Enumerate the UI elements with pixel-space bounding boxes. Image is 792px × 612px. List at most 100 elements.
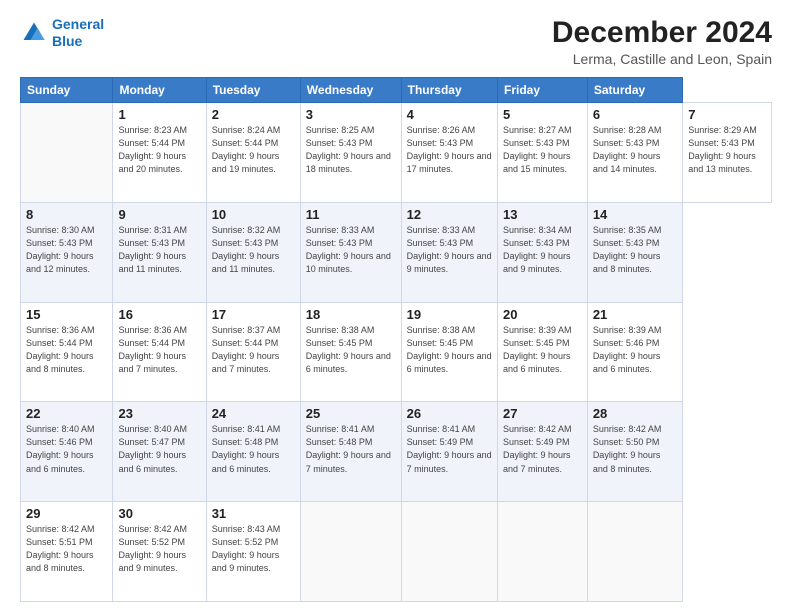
day-info: Sunrise: 8:43 AM Sunset: 5:52 PM Dayligh… xyxy=(212,523,295,575)
day-info: Sunrise: 8:41 AM Sunset: 5:48 PM Dayligh… xyxy=(306,423,396,475)
day-info: Sunrise: 8:36 AM Sunset: 5:44 PM Dayligh… xyxy=(118,324,200,376)
calendar-cell xyxy=(401,502,497,602)
day-header-thursday: Thursday xyxy=(401,78,497,103)
day-number: 5 xyxy=(503,107,582,122)
day-info: Sunrise: 8:30 AM Sunset: 5:43 PM Dayligh… xyxy=(26,224,107,276)
calendar-cell: 24 Sunrise: 8:41 AM Sunset: 5:48 PM Dayl… xyxy=(206,402,300,502)
calendar-cell: 28 Sunrise: 8:42 AM Sunset: 5:50 PM Dayl… xyxy=(587,402,682,502)
day-number: 31 xyxy=(212,506,295,521)
day-number: 6 xyxy=(593,107,677,122)
calendar-header-row: SundayMondayTuesdayWednesdayThursdayFrid… xyxy=(21,78,772,103)
day-info: Sunrise: 8:35 AM Sunset: 5:43 PM Dayligh… xyxy=(593,224,677,276)
calendar-cell: 2 Sunrise: 8:24 AM Sunset: 5:44 PM Dayli… xyxy=(206,103,300,203)
day-info: Sunrise: 8:23 AM Sunset: 5:44 PM Dayligh… xyxy=(118,124,200,176)
day-number: 13 xyxy=(503,207,582,222)
logo: General Blue xyxy=(20,16,104,50)
logo-line2: Blue xyxy=(52,33,82,49)
calendar-cell: 9 Sunrise: 8:31 AM Sunset: 5:43 PM Dayli… xyxy=(113,202,206,302)
day-number: 9 xyxy=(118,207,200,222)
day-number: 11 xyxy=(306,207,396,222)
day-info: Sunrise: 8:36 AM Sunset: 5:44 PM Dayligh… xyxy=(26,324,107,376)
day-info: Sunrise: 8:28 AM Sunset: 5:43 PM Dayligh… xyxy=(593,124,677,176)
day-number: 3 xyxy=(306,107,396,122)
calendar-week-4: 22 Sunrise: 8:40 AM Sunset: 5:46 PM Dayl… xyxy=(21,402,772,502)
day-info: Sunrise: 8:42 AM Sunset: 5:50 PM Dayligh… xyxy=(593,423,677,475)
day-header-tuesday: Tuesday xyxy=(206,78,300,103)
calendar-cell: 21 Sunrise: 8:39 AM Sunset: 5:46 PM Dayl… xyxy=(587,302,682,402)
calendar-cell: 27 Sunrise: 8:42 AM Sunset: 5:49 PM Dayl… xyxy=(497,402,587,502)
calendar-cell: 26 Sunrise: 8:41 AM Sunset: 5:49 PM Dayl… xyxy=(401,402,497,502)
calendar-cell: 6 Sunrise: 8:28 AM Sunset: 5:43 PM Dayli… xyxy=(587,103,682,203)
day-number: 1 xyxy=(118,107,200,122)
title-area: December 2024 Lerma, Castille and Leon, … xyxy=(552,16,772,67)
day-info: Sunrise: 8:25 AM Sunset: 5:43 PM Dayligh… xyxy=(306,124,396,176)
day-info: Sunrise: 8:26 AM Sunset: 5:43 PM Dayligh… xyxy=(407,124,492,176)
logo-line1: General xyxy=(52,16,104,32)
calendar-cell: 1 Sunrise: 8:23 AM Sunset: 5:44 PM Dayli… xyxy=(113,103,206,203)
calendar-cell: 5 Sunrise: 8:27 AM Sunset: 5:43 PM Dayli… xyxy=(497,103,587,203)
day-number: 15 xyxy=(26,307,107,322)
calendar-cell: 29 Sunrise: 8:42 AM Sunset: 5:51 PM Dayl… xyxy=(21,502,113,602)
day-number: 24 xyxy=(212,406,295,421)
day-number: 2 xyxy=(212,107,295,122)
day-info: Sunrise: 8:34 AM Sunset: 5:43 PM Dayligh… xyxy=(503,224,582,276)
calendar-cell xyxy=(497,502,587,602)
day-info: Sunrise: 8:39 AM Sunset: 5:45 PM Dayligh… xyxy=(503,324,582,376)
calendar-cell: 31 Sunrise: 8:43 AM Sunset: 5:52 PM Dayl… xyxy=(206,502,300,602)
day-number: 27 xyxy=(503,406,582,421)
day-header-wednesday: Wednesday xyxy=(300,78,401,103)
day-info: Sunrise: 8:42 AM Sunset: 5:52 PM Dayligh… xyxy=(118,523,200,575)
calendar-cell xyxy=(300,502,401,602)
day-info: Sunrise: 8:42 AM Sunset: 5:51 PM Dayligh… xyxy=(26,523,107,575)
calendar-cell: 17 Sunrise: 8:37 AM Sunset: 5:44 PM Dayl… xyxy=(206,302,300,402)
day-number: 17 xyxy=(212,307,295,322)
day-info: Sunrise: 8:24 AM Sunset: 5:44 PM Dayligh… xyxy=(212,124,295,176)
day-number: 30 xyxy=(118,506,200,521)
day-number: 29 xyxy=(26,506,107,521)
header: General Blue December 2024 Lerma, Castil… xyxy=(20,16,772,67)
day-info: Sunrise: 8:33 AM Sunset: 5:43 PM Dayligh… xyxy=(407,224,492,276)
calendar-cell: 30 Sunrise: 8:42 AM Sunset: 5:52 PM Dayl… xyxy=(113,502,206,602)
calendar-week-5: 29 Sunrise: 8:42 AM Sunset: 5:51 PM Dayl… xyxy=(21,502,772,602)
day-info: Sunrise: 8:39 AM Sunset: 5:46 PM Dayligh… xyxy=(593,324,677,376)
day-number: 18 xyxy=(306,307,396,322)
day-header-monday: Monday xyxy=(113,78,206,103)
day-number: 8 xyxy=(26,207,107,222)
day-header-friday: Friday xyxy=(497,78,587,103)
day-info: Sunrise: 8:40 AM Sunset: 5:46 PM Dayligh… xyxy=(26,423,107,475)
calendar-cell: 12 Sunrise: 8:33 AM Sunset: 5:43 PM Dayl… xyxy=(401,202,497,302)
day-number: 26 xyxy=(407,406,492,421)
logo-icon xyxy=(20,19,48,47)
calendar-week-2: 8 Sunrise: 8:30 AM Sunset: 5:43 PM Dayli… xyxy=(21,202,772,302)
calendar-cell: 15 Sunrise: 8:36 AM Sunset: 5:44 PM Dayl… xyxy=(21,302,113,402)
day-info: Sunrise: 8:31 AM Sunset: 5:43 PM Dayligh… xyxy=(118,224,200,276)
calendar-cell: 13 Sunrise: 8:34 AM Sunset: 5:43 PM Dayl… xyxy=(497,202,587,302)
logo-text: General Blue xyxy=(52,16,104,50)
calendar-cell: 7 Sunrise: 8:29 AM Sunset: 5:43 PM Dayli… xyxy=(683,103,772,203)
day-info: Sunrise: 8:41 AM Sunset: 5:48 PM Dayligh… xyxy=(212,423,295,475)
day-number: 14 xyxy=(593,207,677,222)
calendar-cell: 18 Sunrise: 8:38 AM Sunset: 5:45 PM Dayl… xyxy=(300,302,401,402)
subtitle: Lerma, Castille and Leon, Spain xyxy=(552,51,772,67)
calendar-week-3: 15 Sunrise: 8:36 AM Sunset: 5:44 PM Dayl… xyxy=(21,302,772,402)
day-header-sunday: Sunday xyxy=(21,78,113,103)
calendar-week-1: 1 Sunrise: 8:23 AM Sunset: 5:44 PM Dayli… xyxy=(21,103,772,203)
day-number: 19 xyxy=(407,307,492,322)
day-number: 12 xyxy=(407,207,492,222)
calendar-cell: 16 Sunrise: 8:36 AM Sunset: 5:44 PM Dayl… xyxy=(113,302,206,402)
calendar-cell xyxy=(21,103,113,203)
calendar-table: SundayMondayTuesdayWednesdayThursdayFrid… xyxy=(20,77,772,602)
day-info: Sunrise: 8:38 AM Sunset: 5:45 PM Dayligh… xyxy=(407,324,492,376)
day-number: 10 xyxy=(212,207,295,222)
day-number: 25 xyxy=(306,406,396,421)
day-info: Sunrise: 8:29 AM Sunset: 5:43 PM Dayligh… xyxy=(688,124,766,176)
calendar-cell: 14 Sunrise: 8:35 AM Sunset: 5:43 PM Dayl… xyxy=(587,202,682,302)
calendar-cell: 11 Sunrise: 8:33 AM Sunset: 5:43 PM Dayl… xyxy=(300,202,401,302)
calendar-cell: 10 Sunrise: 8:32 AM Sunset: 5:43 PM Dayl… xyxy=(206,202,300,302)
day-info: Sunrise: 8:32 AM Sunset: 5:43 PM Dayligh… xyxy=(212,224,295,276)
calendar-cell xyxy=(587,502,682,602)
calendar-cell: 23 Sunrise: 8:40 AM Sunset: 5:47 PM Dayl… xyxy=(113,402,206,502)
main-title: December 2024 xyxy=(552,16,772,49)
day-number: 22 xyxy=(26,406,107,421)
day-number: 23 xyxy=(118,406,200,421)
